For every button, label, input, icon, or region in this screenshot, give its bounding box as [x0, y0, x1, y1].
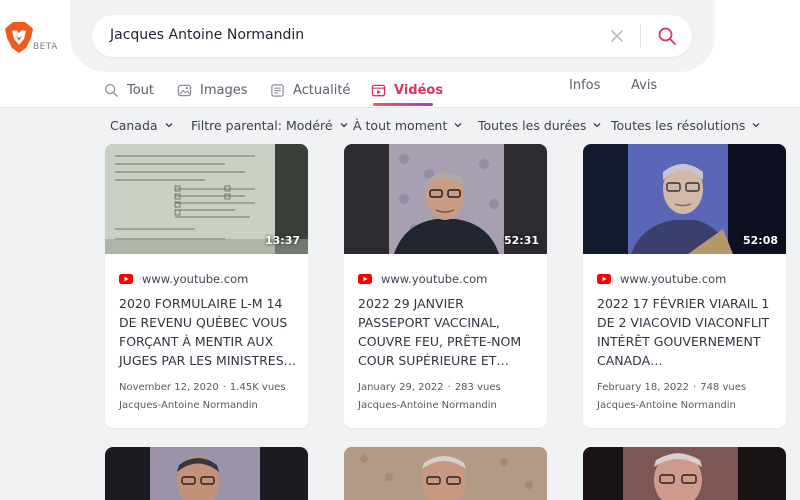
clear-icon[interactable] — [607, 26, 627, 46]
chevron-down-icon — [752, 123, 760, 128]
search-divider — [640, 24, 641, 48]
tab-label: Tout — [127, 82, 155, 98]
brave-lion-logo[interactable] — [4, 20, 34, 54]
filter-label: À tout moment — [353, 117, 448, 133]
video-card[interactable]: 52:31 www.youtube.com 2022 29 JANVIER PA… — [344, 144, 547, 428]
video-meta: January 29, 2022 · 283 vues — [358, 382, 501, 393]
reviews-link[interactable]: Avis — [631, 78, 657, 93]
video-card[interactable]: 52:08 www.youtube.com 2022 17 FÉVRIER VI… — [583, 144, 786, 428]
video-card[interactable] — [583, 447, 786, 500]
tab-label: Images — [200, 82, 248, 98]
chevron-down-icon — [340, 123, 348, 128]
video-date: February 18, 2022 — [597, 382, 690, 393]
tab-images[interactable]: Images — [177, 80, 248, 100]
youtube-icon — [597, 274, 611, 284]
source-url: www.youtube.com — [381, 272, 488, 286]
top-bar: BETA Jacques Antoine Normandin Tout Imag… — [0, 0, 800, 108]
man-webcam-thumbnail-image — [583, 447, 786, 500]
video-views: 283 vues — [454, 382, 501, 393]
tab-videos[interactable]: Vidéos — [371, 80, 443, 100]
tab-label: Actualité — [293, 82, 351, 98]
chevron-down-icon — [593, 123, 601, 128]
search-icon[interactable] — [656, 25, 678, 47]
video-card[interactable] — [344, 447, 547, 500]
image-icon — [177, 84, 192, 96]
infos-link[interactable]: Infos — [569, 78, 600, 93]
search-input[interactable]: Jacques Antoine Normandin — [110, 27, 304, 43]
man-webcam-thumbnail-image — [105, 447, 308, 500]
filter-safesearch[interactable]: Filtre parental: Modéré — [191, 118, 353, 133]
video-views: 748 vues — [700, 382, 747, 393]
filter-duration[interactable]: Toutes les durées — [478, 118, 611, 133]
chevron-down-icon — [454, 123, 462, 128]
search-icon — [104, 83, 118, 97]
tab-label: Vidéos — [394, 82, 444, 98]
video-title[interactable]: 2020 FORMULAIRE L-M 14 DE REVENU QUÉBEC … — [119, 294, 297, 370]
video-date: January 29, 2022 — [358, 382, 444, 393]
search-bar[interactable]: Jacques Antoine Normandin — [92, 15, 692, 57]
source-url: www.youtube.com — [620, 272, 727, 286]
video-thumbnail[interactable]: 52:08 — [583, 144, 786, 254]
filter-label: Toutes les durées — [478, 117, 587, 133]
man-webcam-thumbnail-image — [344, 447, 547, 500]
video-author: Jacques-Antoine Normandin — [358, 400, 497, 411]
video-duration: 13:37 — [264, 234, 300, 247]
filter-time[interactable]: À tout moment — [353, 118, 478, 133]
video-icon — [371, 84, 386, 96]
filter-resolution[interactable]: Toutes les résolutions — [611, 118, 761, 133]
video-source: www.youtube.com — [119, 272, 248, 286]
video-source: www.youtube.com — [358, 272, 487, 286]
filter-label: Filtre parental: Modéré — [191, 117, 333, 133]
video-duration: 52:31 — [503, 234, 539, 247]
video-card[interactable] — [105, 447, 308, 500]
video-meta: November 12, 2020 · 1.45K vues — [119, 382, 286, 393]
youtube-icon — [119, 274, 133, 284]
video-date: November 12, 2020 — [119, 382, 219, 393]
video-author: Jacques-Antoine Normandin — [119, 400, 258, 411]
video-duration: 52:08 — [742, 234, 778, 247]
beta-label: BETA — [33, 42, 58, 52]
tab-news[interactable]: Actualité — [270, 80, 350, 100]
video-views: 1.45K vues — [229, 382, 286, 393]
youtube-icon — [358, 274, 372, 284]
video-thumbnail[interactable]: 13:37 — [105, 144, 308, 254]
video-meta: February 18, 2022 · 748 vues — [597, 382, 747, 393]
video-title[interactable]: 2022 29 JANVIER PASSEPORT VACCINAL, COUV… — [358, 294, 536, 370]
filter-bar: Canada Filtre parental: Modéré À tout mo… — [110, 116, 761, 134]
tab-all[interactable]: Tout — [104, 80, 154, 100]
active-tab-indicator — [373, 103, 433, 106]
filter-label: Canada — [110, 117, 158, 133]
video-thumbnail[interactable]: 52:31 — [344, 144, 547, 254]
video-author: Jacques-Antoine Normandin — [597, 400, 736, 411]
chevron-down-icon — [165, 123, 173, 128]
source-url: www.youtube.com — [142, 272, 249, 286]
news-icon — [271, 83, 284, 97]
video-source: www.youtube.com — [597, 272, 726, 286]
filter-region[interactable]: Canada — [110, 118, 191, 133]
video-card[interactable]: 13:37 www.youtube.com 2020 FORMULAIRE L-… — [105, 144, 308, 428]
video-title[interactable]: 2022 17 FÉVRIER VIARAIL 1 DE 2 VIACOVID … — [597, 294, 775, 370]
filter-label: Toutes les résolutions — [611, 117, 746, 133]
